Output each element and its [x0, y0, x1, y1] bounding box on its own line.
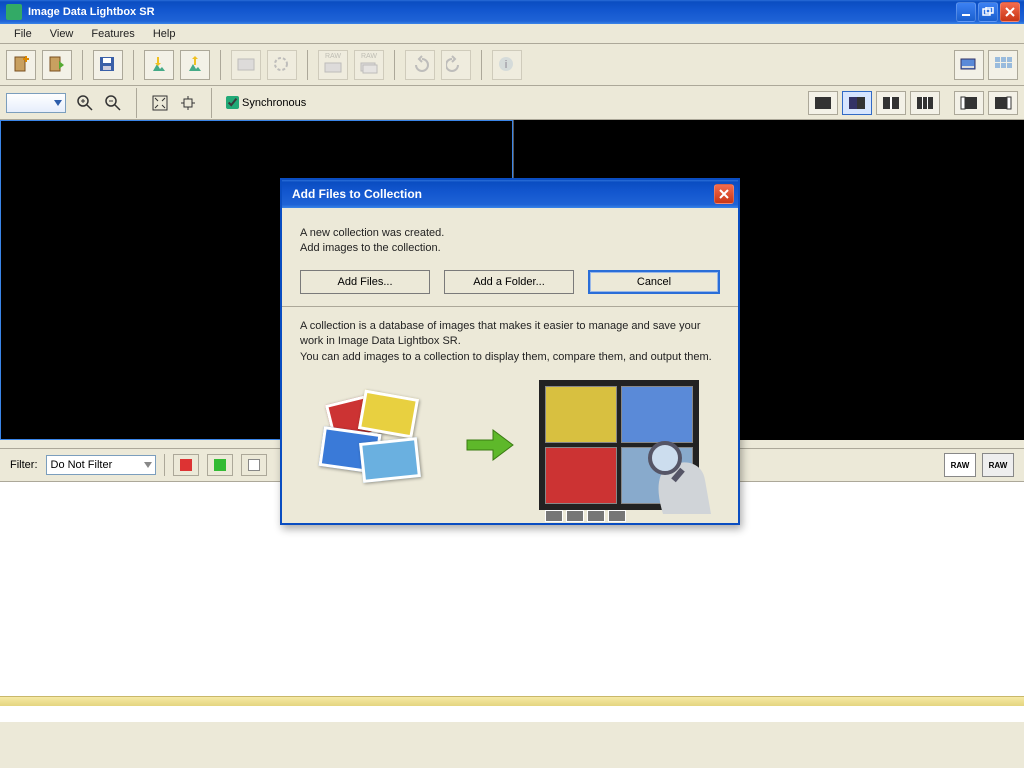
- minimize-button[interactable]: [956, 2, 976, 22]
- restore-button[interactable]: [978, 2, 998, 22]
- app-icon: [6, 4, 22, 20]
- zoom-in-icon[interactable]: [76, 94, 94, 112]
- status-strip: [0, 696, 1024, 706]
- layout-split2b-button[interactable]: [876, 91, 906, 115]
- menu-features[interactable]: Features: [83, 26, 142, 42]
- menubar: File View Features Help: [0, 24, 1024, 44]
- toolbar-separator: [481, 50, 482, 80]
- svg-text:i: i: [504, 59, 507, 71]
- dialog-close-button[interactable]: [714, 184, 734, 204]
- photo-pile-icon: [321, 390, 441, 500]
- dialog-message: A new collection was created. Add images…: [300, 226, 720, 256]
- zoom-select[interactable]: [6, 93, 66, 113]
- image-button: [231, 50, 261, 80]
- dialog-title: Add Files to Collection: [286, 187, 714, 201]
- dialog-msg-line2: Add images to the collection.: [300, 241, 720, 256]
- zoom-out-icon[interactable]: [104, 94, 122, 112]
- cancel-button[interactable]: Cancel: [588, 270, 720, 294]
- view-mode-single-button[interactable]: [954, 50, 984, 80]
- import-button[interactable]: [144, 50, 174, 80]
- layout-split2-button[interactable]: [842, 91, 872, 115]
- window-titlebar: Image Data Lightbox SR: [0, 0, 1024, 24]
- open-collection-button[interactable]: [42, 50, 72, 80]
- arrow-right-icon: [465, 428, 515, 462]
- add-files-button[interactable]: Add Files...: [300, 270, 430, 294]
- dialog-info-line2: You can add images to a collection to di…: [300, 350, 720, 365]
- add-folder-button[interactable]: Add a Folder...: [444, 270, 574, 294]
- add-files-dialog: Add Files to Collection A new collection…: [280, 178, 740, 525]
- flag-green-button[interactable]: [207, 454, 233, 476]
- menu-help[interactable]: Help: [145, 26, 184, 42]
- actual-size-icon[interactable]: [179, 94, 197, 112]
- layout-split3-button[interactable]: [910, 91, 940, 115]
- toolbar-separator: [211, 88, 212, 118]
- info-button: i: [492, 50, 522, 80]
- dialog-info-line1: A collection is a database of images tha…: [300, 319, 720, 349]
- toolbar-separator: [133, 50, 134, 80]
- collection-grid-icon: [539, 380, 699, 510]
- menu-view[interactable]: View: [42, 26, 82, 42]
- filter-select[interactable]: Do Not Filter: [46, 455, 156, 475]
- toolbar-separator: [220, 50, 221, 80]
- raw-mode-a-button[interactable]: RAW: [944, 453, 976, 477]
- hand-magnifier-icon: [643, 436, 713, 516]
- new-collection-button[interactable]: [6, 50, 36, 80]
- process-button: [267, 50, 297, 80]
- filter-value: Do Not Filter: [51, 459, 113, 471]
- save-button[interactable]: [93, 50, 123, 80]
- raw-batch-button: RAW: [354, 50, 384, 80]
- synchronous-label: Synchronous: [242, 97, 306, 109]
- layout-panel-right-button[interactable]: [988, 91, 1018, 115]
- raw-process-button: RAW: [318, 50, 348, 80]
- toolbar-separator: [136, 88, 137, 118]
- filter-label: Filter:: [10, 459, 38, 471]
- dialog-titlebar[interactable]: Add Files to Collection: [282, 180, 738, 208]
- window-title: Image Data Lightbox SR: [26, 6, 956, 18]
- dialog-illustration: [300, 375, 720, 515]
- dialog-info: A collection is a database of images tha…: [300, 319, 720, 366]
- toolbar-separator: [307, 50, 308, 80]
- view-mode-grid-button[interactable]: [988, 50, 1018, 80]
- toolbar-separator: [394, 50, 395, 80]
- dialog-msg-line1: A new collection was created.: [300, 226, 720, 241]
- fit-screen-icon[interactable]: [151, 94, 169, 112]
- flag-clear-button[interactable]: [241, 454, 267, 476]
- flag-red-button[interactable]: [173, 454, 199, 476]
- zoom-toolbar: Synchronous: [0, 86, 1024, 120]
- dialog-separator: [282, 306, 738, 307]
- synchronous-checkbox[interactable]: Synchronous: [226, 96, 306, 109]
- rotate-right-button: [441, 50, 471, 80]
- layout-panel-left-button[interactable]: [954, 91, 984, 115]
- toolbar-separator: [82, 50, 83, 80]
- main-toolbar: RAW RAW i: [0, 44, 1024, 86]
- export-button[interactable]: [180, 50, 210, 80]
- close-button[interactable]: [1000, 2, 1020, 22]
- synchronous-input[interactable]: [226, 96, 239, 109]
- rotate-left-button: [405, 50, 435, 80]
- layout-single-button[interactable]: [808, 91, 838, 115]
- menu-file[interactable]: File: [6, 26, 40, 42]
- raw-mode-b-button[interactable]: RAW: [982, 453, 1014, 477]
